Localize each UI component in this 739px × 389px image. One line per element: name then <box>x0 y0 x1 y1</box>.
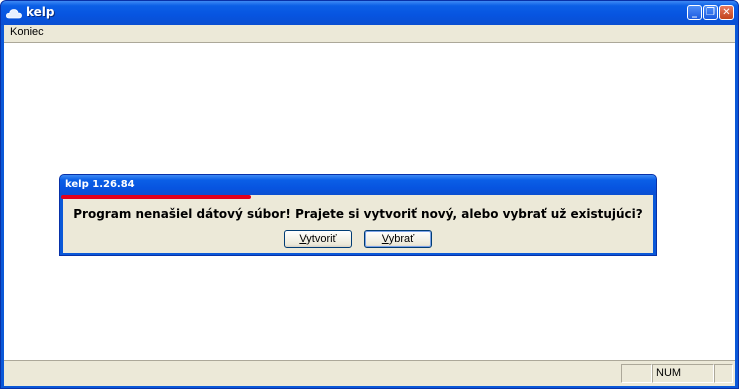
dialog-body: Program nenašiel dátový súbor! Prajete s… <box>63 195 653 253</box>
choose-button-label: ybrať <box>388 233 415 245</box>
status-bar: NUM <box>4 362 735 386</box>
menu-item-koniec[interactable]: Koniec <box>7 26 47 38</box>
close-icon: ✕ <box>722 7 731 18</box>
red-underline-mark <box>61 195 251 199</box>
close-button[interactable]: ✕ <box>719 5 734 20</box>
minimize-button[interactable]: _ <box>687 5 702 20</box>
status-panel-1 <box>621 364 652 383</box>
choose-button[interactable]: Vybrať <box>364 230 432 248</box>
dialog-title-bar[interactable]: kelp 1.26.84 <box>60 175 656 195</box>
create-button-label: ytvoriť <box>306 233 337 245</box>
create-button[interactable]: Vytvoriť <box>284 230 352 248</box>
menu-bar: Koniec <box>4 25 735 42</box>
cloud-app-icon <box>6 9 22 19</box>
restore-button[interactable]: ❐ <box>703 5 718 20</box>
status-panel-num: NUM <box>652 364 714 383</box>
choose-button-mnemonic: V <box>381 233 389 245</box>
restore-icon: ❐ <box>706 7 715 18</box>
dialog-title: kelp 1.26.84 <box>65 179 135 190</box>
status-panel-3 <box>714 364 733 383</box>
window-title: kelp <box>26 5 55 19</box>
title-bar[interactable]: kelp _ ❐ ✕ <box>1 1 738 25</box>
dialog-message: Program nenašiel dátový súbor! Prajete s… <box>73 207 643 221</box>
minimize-icon: _ <box>692 7 697 18</box>
message-dialog: kelp 1.26.84 Program nenašiel dátový súb… <box>59 174 657 256</box>
